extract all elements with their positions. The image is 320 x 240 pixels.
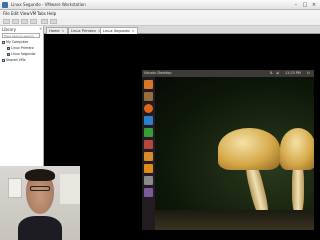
- tree-item-label: Linux Segundo: [11, 52, 36, 56]
- vm-icon: [7, 52, 10, 56]
- network-icon[interactable]: ⇅: [270, 70, 273, 77]
- snapshot-manager-icon[interactable]: [30, 19, 37, 24]
- wall-poster: [8, 178, 22, 198]
- library-search-input[interactable]: [2, 33, 40, 38]
- dash-icon[interactable]: [144, 80, 153, 89]
- tab-close-icon[interactable]: ×: [132, 29, 135, 33]
- workspaces-icon[interactable]: [144, 188, 153, 197]
- fullscreen-icon[interactable]: [41, 19, 48, 24]
- person-hair: [25, 169, 55, 181]
- person-shoulders: [18, 216, 62, 240]
- window-titlebar: Linux Segundo - VMware Workstation – □ ×: [0, 0, 320, 10]
- tab-linux-segundo[interactable]: Linux Segundo ×: [100, 27, 138, 34]
- volume-icon[interactable]: ◂): [276, 70, 279, 77]
- glasses: [30, 186, 50, 191]
- files-icon[interactable]: [144, 92, 153, 101]
- power-icon[interactable]: [3, 19, 10, 24]
- tree-item-my-computer[interactable]: My Computer: [2, 40, 28, 45]
- firefox-icon[interactable]: [144, 104, 153, 113]
- close-icon[interactable]: ×: [310, 2, 318, 8]
- guest-desktop[interactable]: Ubuntu Desktop ⇅ ◂) 11:23 PM ⏻: [142, 70, 314, 230]
- menu-help[interactable]: Help: [47, 11, 56, 16]
- revert-snapshot-icon[interactable]: [21, 19, 28, 24]
- tab-label: Linux Primero: [71, 29, 96, 33]
- tab-bar: Home× Linux Primero× Linux Segundo×: [44, 26, 320, 34]
- forest-floor: [155, 210, 314, 230]
- library-title: Library: [2, 27, 16, 32]
- tree-item-label: Linux Primero: [11, 46, 34, 50]
- menu-edit[interactable]: Edit: [11, 11, 19, 16]
- vm-icon: [7, 46, 10, 50]
- calc-icon[interactable]: [144, 128, 153, 137]
- webcam-overlay: [0, 166, 80, 240]
- tree-item-linux-primero[interactable]: Linux Primero: [7, 46, 34, 51]
- maximize-icon[interactable]: □: [301, 2, 309, 8]
- tree-item-label: Shared VMs: [6, 58, 26, 62]
- menu-bar: File Edit View VM Tabs Help: [0, 10, 320, 18]
- ubuntu-top-panel: Ubuntu Desktop ⇅ ◂) 11:23 PM ⏻: [142, 70, 314, 77]
- settings-icon[interactable]: [144, 176, 153, 185]
- unity-icon[interactable]: [50, 19, 57, 24]
- tab-close-icon[interactable]: ×: [62, 29, 65, 33]
- library-close-icon[interactable]: ×: [39, 26, 42, 31]
- writer-icon[interactable]: [144, 116, 153, 125]
- menu-tabs[interactable]: Tabs: [37, 11, 46, 16]
- window-title: Linux Segundo - VMware Workstation: [11, 2, 86, 7]
- tab-label: Linux Segundo: [103, 29, 130, 33]
- mushroom-cap: [280, 128, 314, 170]
- toolbar: [0, 18, 320, 26]
- tab-label: Home: [49, 29, 60, 33]
- vmware-app-icon: [2, 2, 8, 8]
- impress-icon[interactable]: [144, 140, 153, 149]
- tab-home[interactable]: Home ×: [46, 27, 68, 34]
- tab-linux-primero[interactable]: Linux Primero×: [68, 27, 104, 34]
- guest-panel-title: Ubuntu Desktop: [144, 71, 172, 75]
- unity-launcher: [142, 77, 155, 230]
- snapshot-icon[interactable]: [12, 19, 19, 24]
- software-center-icon[interactable]: [144, 152, 153, 161]
- power-menu-icon[interactable]: ⏻: [307, 70, 310, 77]
- amazon-icon[interactable]: [144, 164, 153, 173]
- window-blinds: [60, 174, 80, 204]
- tree-item-label: My Computer: [6, 40, 29, 44]
- menu-file[interactable]: File: [3, 11, 10, 16]
- computer-icon: [2, 40, 5, 44]
- tree-item-linux-segundo[interactable]: Linux Segundo: [7, 52, 35, 57]
- mushroom-cap: [218, 128, 280, 170]
- menu-view[interactable]: View: [20, 11, 30, 16]
- guest-clock[interactable]: 11:23 PM: [285, 70, 301, 77]
- tree-item-shared-vms[interactable]: Shared VMs: [2, 58, 25, 63]
- shared-vms-icon: [2, 58, 5, 62]
- minimize-icon[interactable]: –: [292, 2, 300, 8]
- menu-vm[interactable]: VM: [30, 11, 36, 16]
